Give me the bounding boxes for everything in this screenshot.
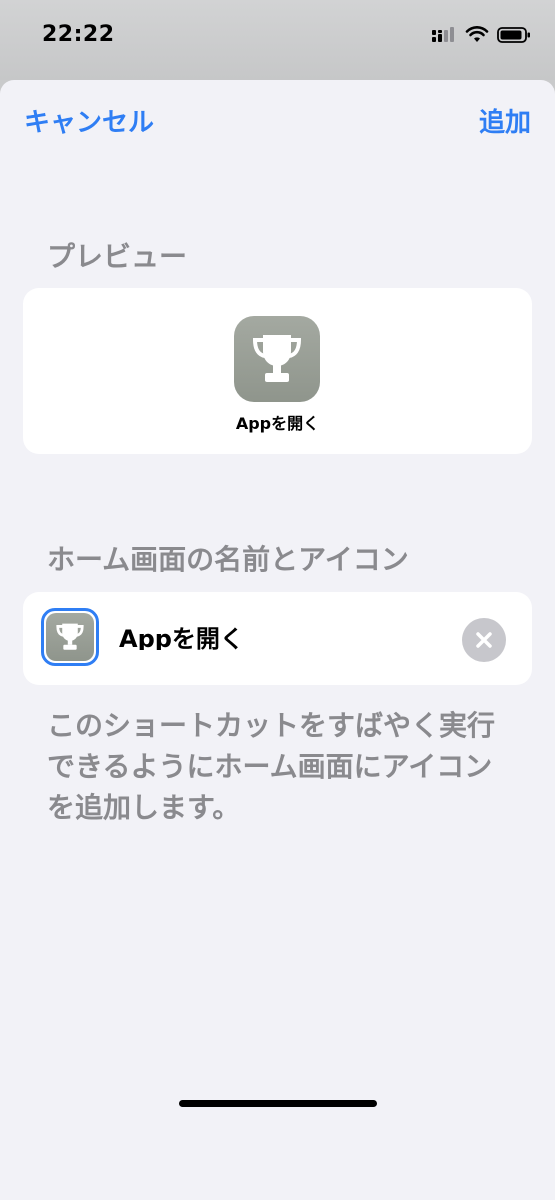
preview-card: Appを開く	[23, 288, 532, 454]
home-indicator	[179, 1100, 377, 1107]
wifi-icon	[465, 26, 489, 42]
footer-description: このショートカットをすばやく実行できるようにホーム画面にアイコンを追加します。	[47, 709, 496, 824]
clear-text-button[interactable]	[462, 618, 506, 662]
cancel-button[interactable]: キャンセル	[24, 102, 154, 139]
preview-app-name: Appを開く	[235, 414, 320, 433]
name-and-icon-row	[23, 592, 532, 685]
status-icons	[431, 24, 531, 46]
clear-icon	[476, 632, 492, 648]
home-screen-section-header: ホーム画面の名前とアイコン	[47, 543, 409, 576]
battery-icon	[497, 27, 530, 43]
icon-picker-button[interactable]	[41, 608, 99, 666]
cellular-signal-icon	[432, 27, 454, 42]
preview-section-header: プレビュー	[47, 240, 188, 273]
add-to-home-sheet: キャンセル 追加 プレビュー Appを開く ホーム画面の名前とアイコン Appを…	[0, 80, 555, 1200]
small-app-icon	[46, 613, 94, 661]
trophy-icon	[252, 335, 302, 382]
status-time: 22:22	[42, 22, 115, 47]
add-button[interactable]: 追加	[479, 102, 531, 139]
shortcut-name-field[interactable]	[119, 622, 449, 650]
status-bar: 22:22	[0, 0, 555, 80]
trophy-icon	[56, 623, 84, 650]
preview-app-icon	[234, 316, 320, 402]
